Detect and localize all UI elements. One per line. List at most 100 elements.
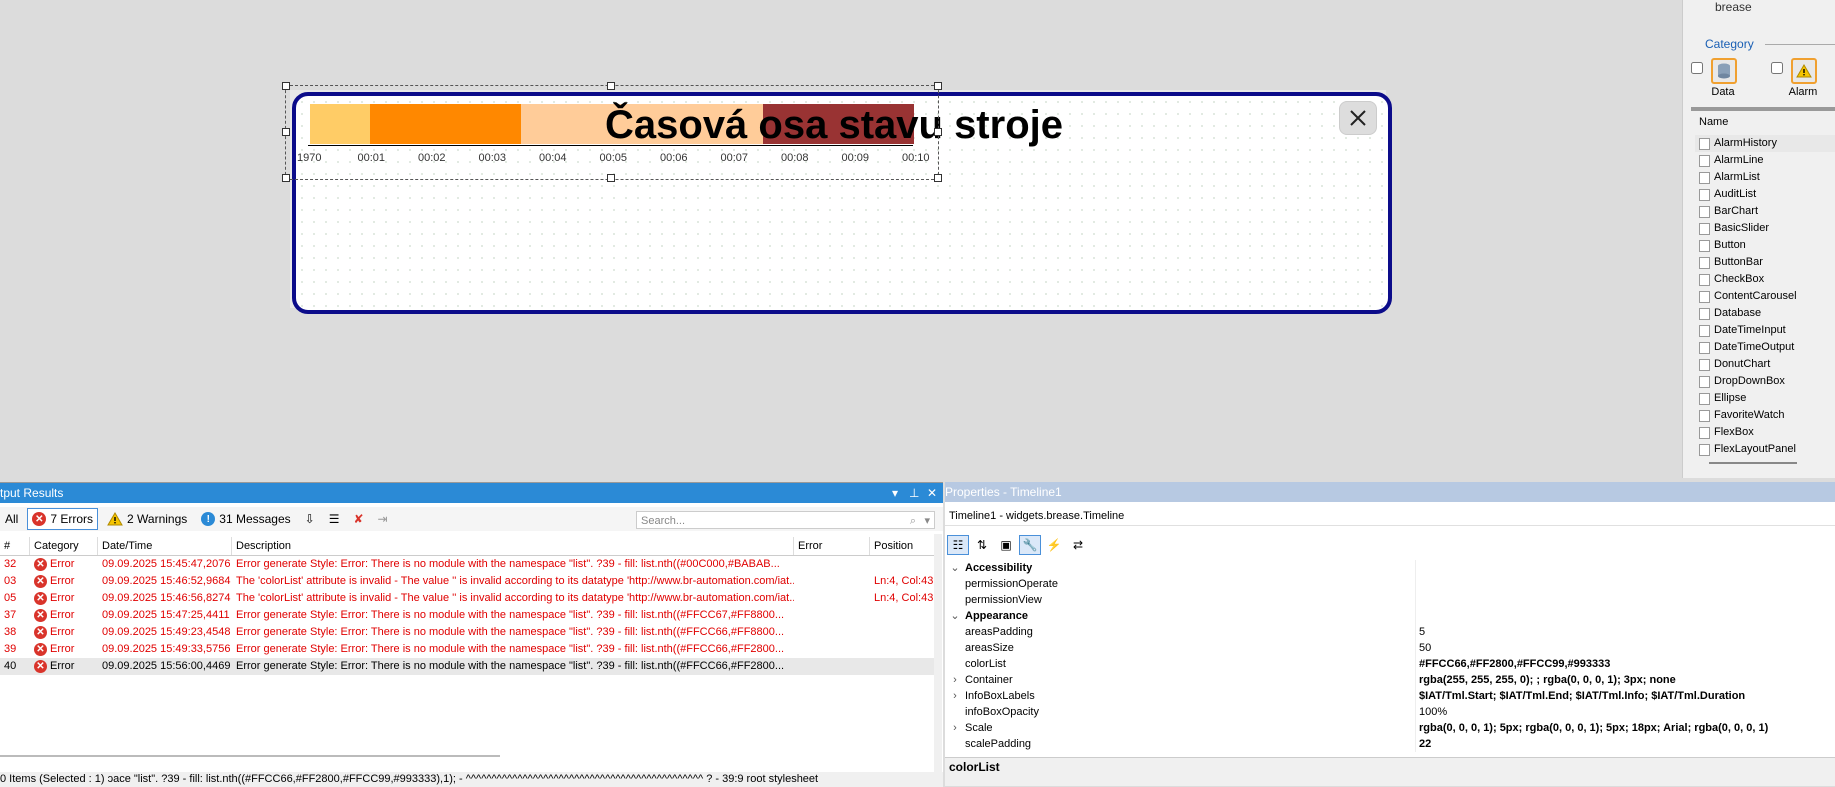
widget-list-item[interactable]: Ellipse [1695,390,1835,407]
dropdown-icon[interactable]: ▾ [892,483,898,503]
widget-list-item[interactable]: DateTimeOutput [1695,339,1835,356]
collapse-icon[interactable]: ⌄ [945,608,965,624]
filter-messages-button[interactable]: ! 31 Messages [196,508,295,530]
vertical-scrollbar[interactable] [934,534,942,786]
widget-list-item[interactable]: Database [1695,305,1835,322]
col-header-position[interactable]: Position [870,537,935,555]
property-value[interactable]: 22 [1415,736,1835,752]
close-icon[interactable]: ✕ [927,483,937,503]
resize-handle[interactable] [282,128,290,136]
widget-list-item[interactable]: DropDownBox [1695,373,1835,390]
property-row[interactable]: infoBoxOpacity 100% [945,704,1835,720]
table-row[interactable]: 39 ✕ Error 09.09.2025 15:49:33,5756 Error ge… [0,641,935,658]
resize-handle[interactable] [282,174,290,182]
widget-list-item[interactable]: CheckBox [1695,271,1835,288]
property-row[interactable]: › Container rgba(255, 255, 255, 0); ; rgba… [945,672,1835,688]
widget-list-item[interactable]: AlarmList [1695,169,1835,186]
property-value[interactable]: $IAT/Tml.Start; $IAT/Tml.End; $IAT/Tml.I… [1415,688,1835,704]
property-value[interactable]: 100% [1415,704,1835,720]
property-value[interactable]: rgba(255, 255, 255, 0); ; rgba(0, 0, 0, … [1415,672,1835,688]
resize-handle[interactable] [934,174,942,182]
filter-all-button[interactable]: All [0,508,23,530]
search-input[interactable]: Search... ⌕ ▾ [636,511,935,529]
property-pages-button[interactable]: ▣ [995,535,1017,555]
col-header-id[interactable]: # [0,537,30,555]
property-row[interactable]: colorList #FFCC66,#FF2800,#FFCC99,#993333 [945,656,1835,672]
property-group[interactable]: ⌄ Accessibility [945,560,1835,576]
toolbox-scrollbar[interactable] [1709,462,1797,464]
property-value[interactable]: 5 [1415,624,1835,640]
property-value[interactable] [1415,592,1835,608]
widget-list-item[interactable]: BasicSlider [1695,220,1835,237]
pin-icon[interactable]: ⊥ [909,483,919,503]
widget-list-item[interactable]: AuditList [1695,186,1835,203]
panel-splitter[interactable] [1691,107,1835,111]
property-value[interactable]: 50 [1415,640,1835,656]
expand-icon[interactable]: › [945,672,965,688]
expand-icon[interactable]: › [945,688,965,704]
property-value[interactable] [1415,576,1835,592]
cell-datetime: 09.09.2025 15:46:56,8274 [102,592,231,604]
col-header-error[interactable]: Error [794,537,870,555]
col-header-datetime[interactable]: Date/Time [98,537,232,555]
alphabetical-button[interactable]: ⇅ [971,535,993,555]
category-data-checkbox[interactable] [1691,62,1703,74]
widget-list-item[interactable]: ButtonBar [1695,254,1835,271]
events-button[interactable]: ⚡ [1043,535,1065,555]
widget-list-item[interactable]: FlexBox [1695,424,1835,441]
table-row[interactable]: 03 ✕ Error 09.09.2025 15:46:52,9684 The 'col… [0,573,935,590]
widget-list-item[interactable]: FavoriteWatch [1695,407,1835,424]
object-selector[interactable]: Timeline1 - widgets.brease.Timeline [945,506,1835,526]
widget-list-item[interactable]: AlarmHistory [1695,135,1835,152]
resize-handle[interactable] [282,82,290,90]
widget-icon [1699,188,1710,201]
options-button[interactable]: ⇥ [373,508,393,530]
resize-handle[interactable] [607,174,615,182]
resize-handle[interactable] [934,82,942,90]
clear-button[interactable]: ✘ [348,508,368,530]
property-row[interactable]: permissionOperate [945,576,1835,592]
widget-list-item[interactable]: DateTimeInput [1695,322,1835,339]
col-header-category[interactable]: Category [30,537,98,555]
widget-list-item[interactable]: AlarmLine [1695,152,1835,169]
property-value[interactable]: rgba(0, 0, 0, 1); 5px; rgba(0, 0, 0, 1);… [1415,720,1835,736]
categorized-button[interactable]: ☷ [947,535,969,555]
table-row[interactable]: 37 ✕ Error 09.09.2025 15:47:25,4411 Error ge… [0,607,935,624]
table-row[interactable]: 32 ✕ Error 09.09.2025 15:45:47,2076 Error ge… [0,556,935,573]
property-row[interactable]: areasPadding 5 [945,624,1835,640]
collapse-icon[interactable]: ⌄ [945,560,965,576]
resize-handle[interactable] [934,128,942,136]
property-row[interactable]: › Scale rgba(0, 0, 0, 1); 5px; rgba(0, 0, … [945,720,1835,736]
close-button[interactable] [1339,101,1377,135]
property-row[interactable]: areasSize 50 [945,640,1835,656]
table-row[interactable]: 38 ✕ Error 09.09.2025 15:49:23,4548 Error ge… [0,624,935,641]
property-row[interactable]: permissionView [945,592,1835,608]
horizontal-scrollbar[interactable] [0,755,500,757]
widget-list-item[interactable]: DonutChart [1695,356,1835,373]
property-row[interactable]: scalePadding 22 [945,736,1835,752]
expand-icon[interactable]: › [945,720,965,736]
name-column-header[interactable]: Name [1699,116,1728,128]
table-row[interactable]: 05 ✕ Error 09.09.2025 15:46:56,8274 The 'col… [0,590,935,607]
properties-button[interactable]: 🔧 [1019,535,1041,555]
chevron-down-icon[interactable]: ▾ [924,512,930,530]
category-alarm-checkbox[interactable] [1771,62,1783,74]
property-value[interactable]: #FFCC66,#FF2800,#FFCC99,#993333 [1415,656,1835,672]
resize-handle[interactable] [607,82,615,90]
widget-list-item[interactable]: FlexLayoutPanel [1695,441,1835,458]
col-header-description[interactable]: Description [232,537,794,555]
widget-list-item[interactable]: ContentCarousel [1695,288,1835,305]
property-row[interactable]: › InfoBoxLabels $IAT/Tml.Start; $IAT/Tml.E… [945,688,1835,704]
filter-errors-button[interactable]: ✕ 7 Errors [27,508,99,530]
export-button[interactable]: ⇩ [300,508,320,530]
design-canvas[interactable]: 1970 00:01 00:02 00:03 00:04 00:05 00:06 00:07 0… [0,0,1682,478]
cell-category: ✕ Error [30,607,98,624]
filter-list-button[interactable]: ☰ [324,508,345,530]
property-group[interactable]: ⌄ Appearance [945,608,1835,624]
search-icon[interactable]: ⌕ [910,512,916,530]
widget-list-item[interactable]: Button [1695,237,1835,254]
bindings-button[interactable]: ⇄ [1067,535,1089,555]
widget-list-item[interactable]: BarChart [1695,203,1835,220]
filter-warnings-button[interactable]: 2 Warnings [102,508,192,530]
table-row[interactable]: 40 ✕ Error 09.09.2025 15:56:00,4469 Error ge… [0,658,935,675]
